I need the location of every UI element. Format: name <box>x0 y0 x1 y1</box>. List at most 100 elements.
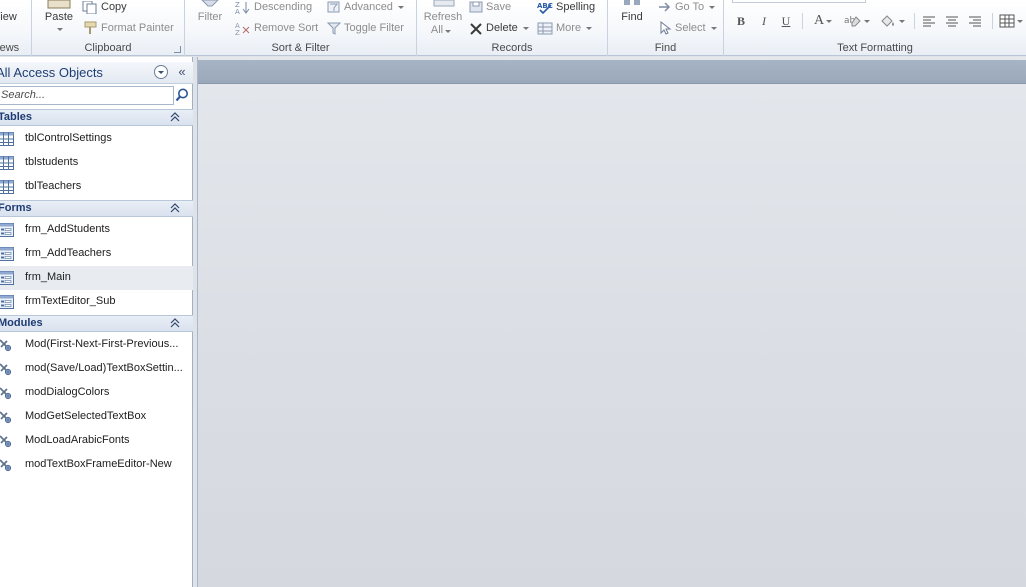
nav-section-forms[interactable]: Forms <box>0 200 193 217</box>
align-right-icon <box>969 16 981 27</box>
nav-item-module[interactable]: modTextBoxFrameEditor-New <box>0 453 193 477</box>
collapse-chevron-icon <box>170 203 180 213</box>
delete-x-icon <box>470 22 482 35</box>
nav-item-module[interactable]: mod(Save/Load)TextBoxSettin... <box>0 357 193 381</box>
ribbon: View Views Paste Copy Format Painter Cli… <box>0 0 1026 56</box>
bold-label: B <box>736 13 745 28</box>
underline-button[interactable]: U <box>779 12 793 30</box>
font-color-dropdown-icon <box>826 19 833 23</box>
table-icon <box>0 132 14 146</box>
view-button[interactable]: View <box>0 11 20 24</box>
underline-label: U <box>781 13 791 28</box>
search-icon[interactable] <box>174 87 191 104</box>
clipboard-launcher-icon[interactable] <box>174 46 181 53</box>
nav-item-label: mod(Save/Load)TextBoxSettin... <box>25 362 183 374</box>
fill-color-button[interactable] <box>876 12 908 30</box>
advanced-dropdown-icon <box>397 5 404 9</box>
nav-item-table[interactable]: tblTeachers <box>0 175 193 199</box>
remove-sort-button[interactable]: AZ Remove Sort <box>235 21 318 35</box>
nav-item-table[interactable]: tblControlSettings <box>0 127 193 151</box>
fill-bucket-icon <box>881 15 894 27</box>
nav-item-module[interactable]: ModLoadArabicFonts <box>0 429 193 453</box>
nav-item-form-selected[interactable]: frm_Main <box>0 266 193 290</box>
align-left-button[interactable] <box>921 12 937 30</box>
italic-button[interactable]: I <box>757 12 771 30</box>
nav-item-label: Mod(First-Next-First-Previous... <box>25 338 179 350</box>
select-button[interactable]: Select <box>658 21 717 35</box>
goto-label: Go To <box>675 1 705 13</box>
nav-item-form[interactable]: frmTextEditor_Sub <box>0 290 193 314</box>
format-painter-button[interactable]: Format Painter <box>82 21 174 35</box>
descending-button[interactable]: ZA Descending <box>235 0 312 14</box>
format-separator-2 <box>914 13 915 29</box>
view-label: View <box>0 11 17 23</box>
more-label: More <box>556 22 582 34</box>
nav-item-label: frm_AddStudents <box>25 223 110 235</box>
module-icon <box>0 435 12 448</box>
gridlines-dropdown-icon <box>1017 19 1023 23</box>
views-group: View Views <box>0 0 32 56</box>
align-center-button[interactable] <box>944 12 960 30</box>
highlight-button[interactable]: ab <box>842 12 872 30</box>
nav-shutter-collapse-icon[interactable]: « <box>175 64 189 80</box>
goto-arrow-icon <box>659 2 671 12</box>
spelling-label: Spelling <box>556 1 596 13</box>
spelling-check-icon: ABC <box>537 2 553 14</box>
toggle-filter-button[interactable]: Toggle Filter <box>327 21 404 35</box>
save-icon <box>469 1 483 13</box>
nav-search-input[interactable]: Search... <box>0 86 174 105</box>
nav-item-label: tblstudents <box>25 156 79 168</box>
format-separator <box>802 13 803 29</box>
records-group-label: Records <box>491 42 533 54</box>
align-center-icon <box>946 16 958 27</box>
format-painter-label: Format Painter <box>101 22 174 34</box>
nav-section-modules[interactable]: Modules <box>0 315 193 332</box>
align-right-button[interactable] <box>967 12 983 30</box>
font-name-box[interactable] <box>732 0 866 3</box>
bold-button[interactable]: B <box>734 12 748 30</box>
refresh-all-button[interactable]: Refresh All <box>421 0 465 40</box>
goto-button[interactable]: Go To <box>658 0 716 14</box>
gridlines-button[interactable] <box>999 12 1023 30</box>
paste-button[interactable]: Paste <box>42 0 76 38</box>
copy-button[interactable]: Copy <box>82 0 127 14</box>
italic-label: I <box>762 13 766 28</box>
nav-item-label: tblControlSettings <box>25 132 112 144</box>
nav-section-tables[interactable]: Tables <box>0 109 193 126</box>
navigation-pane: All Access Objects « Search... Tables tb… <box>0 57 193 587</box>
select-pointer-icon <box>660 21 672 35</box>
highlight-icon: ab <box>844 16 861 27</box>
more-grid-icon <box>537 22 553 34</box>
font-color-button[interactable]: A <box>810 12 836 30</box>
sort-filter-group-label: Sort & Filter <box>271 42 330 54</box>
spelling-button[interactable]: ABC Spelling <box>537 0 595 14</box>
delete-record-button[interactable]: Delete <box>469 21 529 35</box>
find-button[interactable]: Find <box>612 0 652 38</box>
filter-button[interactable]: Filter <box>191 0 229 38</box>
module-icon <box>0 339 12 352</box>
module-icon <box>0 363 12 376</box>
advanced-button[interactable]: Advanced <box>327 0 404 14</box>
nav-menu-dropdown-icon[interactable] <box>154 65 168 79</box>
nav-item-form[interactable]: frm_AddStudents <box>0 218 193 242</box>
remove-sort-icon: AZ <box>235 22 250 35</box>
save-label: Save <box>486 1 512 13</box>
nav-item-table[interactable]: tblstudents <box>0 151 193 175</box>
nav-pane-header[interactable]: All Access Objects « <box>0 62 193 84</box>
nav-item-label: frm_Main <box>25 271 71 283</box>
nav-item-module[interactable]: ModGetSelectedTextBox <box>0 405 193 429</box>
nav-section-title: Tables <box>0 111 33 123</box>
toggle-filter-label: Toggle Filter <box>344 22 404 34</box>
form-icon <box>0 223 14 237</box>
nav-item-module[interactable]: modDialogColors <box>0 381 193 405</box>
nav-section-title: Modules <box>0 317 43 329</box>
nav-item-module[interactable]: Mod(First-Next-First-Previous... <box>0 333 193 357</box>
nav-item-form[interactable]: frm_AddTeachers <box>0 242 193 266</box>
refresh-all-label-wrap: All <box>421 24 461 37</box>
save-record-button[interactable]: Save <box>469 0 511 14</box>
collapse-chevron-icon <box>170 112 180 122</box>
text-formatting-group-label: Text Formatting <box>837 42 913 54</box>
more-button[interactable]: More <box>537 21 593 35</box>
descending-label: Descending <box>254 1 313 13</box>
find-label: Find <box>621 11 643 23</box>
